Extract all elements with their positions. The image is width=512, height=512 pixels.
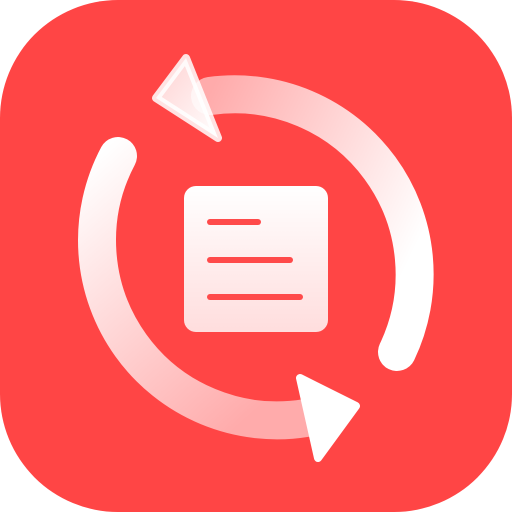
app-icon-stage [0,0,512,512]
sync-document-app-icon[interactable] [0,0,512,512]
